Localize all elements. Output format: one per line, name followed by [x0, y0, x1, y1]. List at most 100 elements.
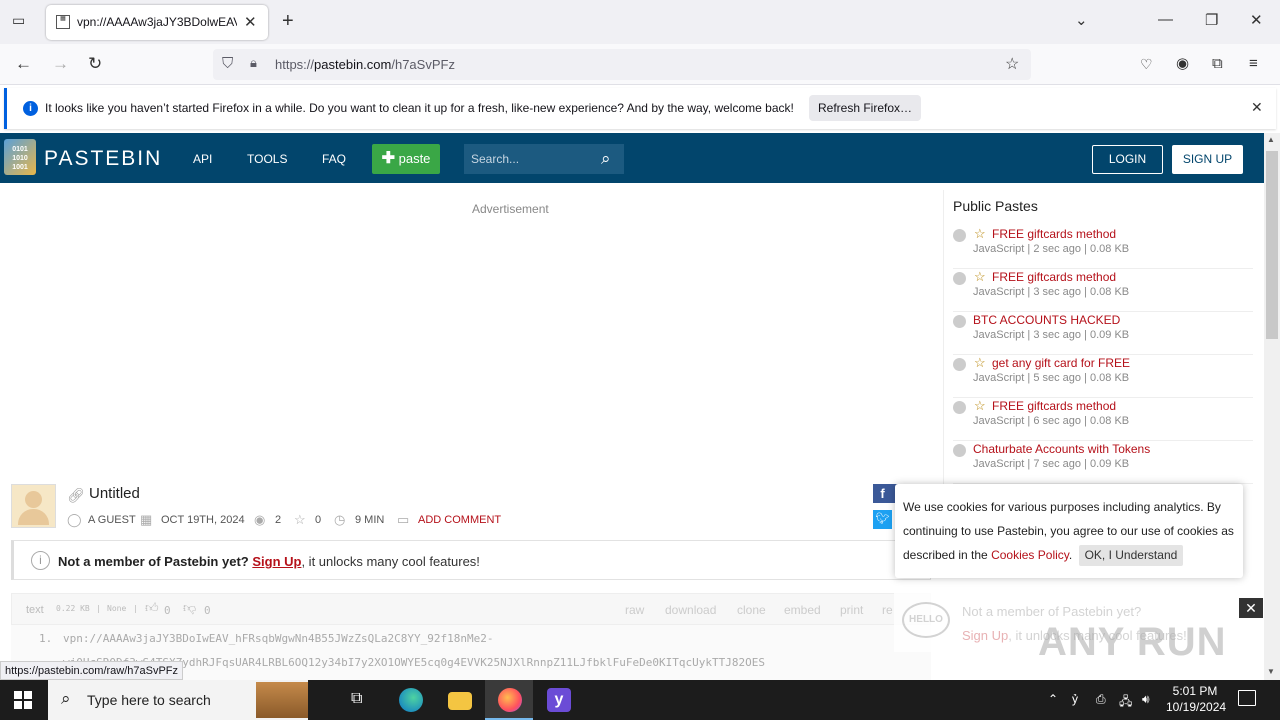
- browser-tab-bar: ▭ ▦ vpn://AAAAw3jaJY3BDolwEAV ✕ + ⌄ — ❐ …: [0, 0, 1280, 44]
- code-line: vpn://AAAAw3jaJY3BDoIwEAV_hFRsqbWgwNn4B5…: [63, 632, 494, 645]
- public-paste-item[interactable]: ☆ get any gift card for FREE JavaScript …: [953, 355, 1253, 398]
- volume-icon[interactable]: 🔊︎: [1142, 692, 1150, 707]
- extensions-icon[interactable]: ⧉: [1212, 54, 1223, 74]
- paste-divider: |: [96, 604, 101, 613]
- download-button[interactable]: download: [665, 603, 716, 617]
- address-bar[interactable]: ⛉ 🔒︎ https://pastebin.com/h7aSvPFz ☆: [213, 49, 1031, 80]
- notification-center-icon[interactable]: [1238, 690, 1256, 706]
- thumbs-down-icon[interactable]: 👎︎: [183, 601, 196, 616]
- tray-chevron-icon[interactable]: ⌃: [1048, 692, 1058, 706]
- raw-button[interactable]: raw: [625, 603, 644, 617]
- search-icon: ⌕: [61, 689, 71, 708]
- star-icon: ☆: [974, 269, 986, 284]
- yandex-icon[interactable]: y: [534, 680, 582, 720]
- globe-icon: [953, 272, 966, 285]
- clone-button[interactable]: clone: [737, 603, 766, 617]
- public-pastes-sidebar: Public Pastes ☆ FREE giftcards method Ja…: [943, 190, 1255, 490]
- pastebin-logo[interactable]: 0101 1010 1001: [4, 139, 36, 175]
- brand-name[interactable]: PASTEBIN: [44, 147, 162, 171]
- syntax-label[interactable]: text: [26, 604, 44, 616]
- task-view-icon[interactable]: ⧉: [336, 680, 384, 720]
- reload-button[interactable]: ↻: [88, 54, 102, 74]
- paste-title-link[interactable]: FREE giftcards method: [992, 399, 1116, 413]
- scroll-down-icon[interactable]: ▼: [1267, 667, 1275, 676]
- taskbar-clock[interactable]: 5:01 PM 10/19/2024: [1166, 683, 1226, 715]
- forward-button[interactable]: →: [52, 54, 69, 74]
- paste-label: paste: [398, 151, 431, 166]
- paste-title-link[interactable]: Chaturbate Accounts with Tokens: [973, 442, 1150, 456]
- paste-title-link[interactable]: FREE giftcards method: [992, 227, 1116, 241]
- embed-button[interactable]: embed: [784, 603, 821, 617]
- plus-icon: ✚: [381, 150, 395, 167]
- cookie-text: We use cookies for various purposes incl…: [903, 495, 1239, 567]
- anyrun-watermark: ANY RUN: [1038, 620, 1227, 664]
- paste-author[interactable]: A GUEST: [88, 514, 136, 526]
- scroll-up-icon[interactable]: ▲: [1267, 135, 1275, 144]
- close-window-button[interactable]: ✕: [1250, 11, 1263, 29]
- back-button[interactable]: ←: [15, 54, 32, 74]
- windows-start-icon[interactable]: [14, 691, 32, 709]
- nav-api[interactable]: API: [193, 152, 212, 166]
- public-paste-item[interactable]: ☆ FREE giftcards method JavaScript | 6 s…: [953, 398, 1253, 441]
- close-notification-icon[interactable]: ✕: [1251, 99, 1263, 116]
- vertical-scrollbar[interactable]: ▲ ▼: [1264, 133, 1280, 680]
- network-icon[interactable]: 🖧︎: [1119, 692, 1132, 713]
- tray-app-icon[interactable]: ỷ: [1072, 692, 1078, 706]
- new-tab-button[interactable]: +: [282, 10, 294, 32]
- lock-icon[interactable]: 🔒︎: [250, 55, 257, 71]
- star-icon: ☆: [974, 398, 986, 413]
- search-icon[interactable]: ⌕: [601, 149, 611, 169]
- calendar-icon: ▦: [140, 512, 153, 527]
- link-icon: 🔗︎: [67, 487, 85, 503]
- cookies-policy-link[interactable]: Cookies Policy: [991, 548, 1069, 562]
- tray-device-icon[interactable]: ⎙: [1096, 692, 1106, 707]
- file-explorer-icon[interactable]: [435, 680, 483, 720]
- paste-meta: JavaScript | 7 sec ago | 0.09 KB: [973, 458, 1130, 470]
- close-popup-icon[interactable]: ✕: [1239, 598, 1263, 618]
- shield-icon[interactable]: ⛉: [222, 55, 233, 72]
- edge-icon[interactable]: [386, 680, 434, 720]
- firefox-icon[interactable]: [485, 680, 533, 720]
- account-icon[interactable]: ◉: [1176, 54, 1189, 74]
- tab-list-icon[interactable]: ▭: [12, 12, 25, 29]
- list-all-tabs-icon[interactable]: ⌄: [1075, 11, 1088, 29]
- site-search-input[interactable]: [464, 144, 624, 174]
- close-tab-icon[interactable]: ✕: [244, 13, 257, 31]
- thumbs-up-icon[interactable]: 👍︎: [145, 601, 159, 616]
- bookmark-star-icon[interactable]: ☆: [1005, 54, 1019, 74]
- cookie-ok-button[interactable]: OK, I Understand: [1078, 545, 1184, 566]
- twitter-icon[interactable]: 🐦︎: [873, 510, 892, 529]
- refresh-firefox-button[interactable]: Refresh Firefox…: [809, 95, 921, 121]
- menu-icon[interactable]: ≡: [1249, 54, 1258, 74]
- report-button[interactable]: re: [882, 603, 893, 617]
- search-highlight-image[interactable]: [256, 682, 308, 718]
- pocket-icon[interactable]: ♡: [1140, 54, 1153, 74]
- add-comment-link[interactable]: ADD COMMENT: [418, 514, 501, 526]
- site-header: 0101 1010 1001 PASTEBIN API TOOLS FAQ ✚ …: [0, 133, 1264, 183]
- restore-button[interactable]: ❐: [1205, 11, 1218, 29]
- new-paste-button[interactable]: ✚ paste: [372, 144, 440, 174]
- signup-popup-link[interactable]: Sign Up: [962, 628, 1008, 643]
- public-paste-item[interactable]: Chaturbate Accounts with Tokens JavaScri…: [953, 441, 1253, 484]
- paste-title-link[interactable]: BTC ACCOUNTS HACKED: [973, 313, 1120, 327]
- paste-title-link[interactable]: get any gift card for FREE: [992, 356, 1130, 370]
- minimize-button[interactable]: —: [1158, 11, 1173, 28]
- scrollbar-thumb[interactable]: [1266, 151, 1278, 339]
- cookie-consent-popup: We use cookies for various purposes incl…: [895, 484, 1243, 578]
- banner-text: Not a member of Pastebin yet? Sign Up, i…: [58, 554, 480, 569]
- code-toolbar: text 0.22 KB | None | 👍︎ 0 👎︎ 0 raw down…: [11, 593, 931, 625]
- nav-tools[interactable]: TOOLS: [247, 152, 287, 166]
- public-paste-item[interactable]: ☆ FREE giftcards method JavaScript | 2 s…: [953, 226, 1253, 269]
- browser-tab[interactable]: ▦ vpn://AAAAw3jaJY3BDolwEAV ✕: [46, 5, 268, 40]
- banner-signup-link[interactable]: Sign Up: [252, 554, 301, 569]
- login-button[interactable]: LOGIN: [1092, 145, 1163, 174]
- public-paste-item[interactable]: BTC ACCOUNTS HACKED JavaScript | 3 sec a…: [953, 312, 1253, 355]
- signup-button[interactable]: SIGN UP: [1172, 145, 1243, 174]
- facebook-icon[interactable]: f: [873, 484, 892, 503]
- url-text[interactable]: https://pastebin.com/h7aSvPFz: [275, 57, 455, 72]
- paste-title-link[interactable]: FREE giftcards method: [992, 270, 1116, 284]
- taskbar-search[interactable]: ⌕ Type here to search: [48, 680, 308, 720]
- print-button[interactable]: print: [840, 603, 863, 617]
- public-paste-item[interactable]: ☆ FREE giftcards method JavaScript | 3 s…: [953, 269, 1253, 312]
- nav-faq[interactable]: FAQ: [322, 152, 346, 166]
